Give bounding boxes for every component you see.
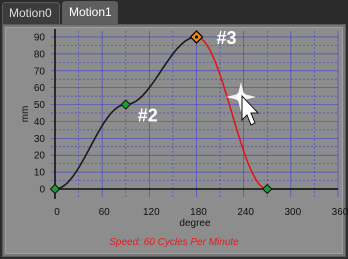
x-axis-label: degree — [179, 218, 211, 229]
axes — [51, 29, 338, 199]
y-tick-label: 50 — [34, 100, 46, 111]
x-tick-label: 360 — [332, 207, 348, 218]
speed-status: Speed: 60 Cycles Per Minute — [109, 237, 239, 248]
y-axis-label: mm — [20, 106, 31, 123]
x-tick-label: 60 — [99, 207, 111, 218]
x-tick-label: 300 — [284, 207, 301, 218]
tick-labels: 0 60 120 180 240 300 360 0 10 20 30 40 50 60 70 80 90 — [34, 33, 348, 219]
keypoints — [49, 30, 273, 195]
keypoint-center — [194, 35, 199, 39]
keypoint-label: #3 — [217, 28, 237, 48]
y-tick-label: 0 — [39, 185, 45, 196]
mouse-pointer-icon — [241, 94, 260, 126]
keypoint-label: #2 — [138, 106, 158, 126]
keypoint-node[interactable] — [262, 183, 273, 195]
y-tick-label: 90 — [34, 33, 46, 44]
y-tick-label: 70 — [34, 66, 46, 77]
y-tick-label: 30 — [34, 134, 46, 145]
keypoint-node[interactable] — [120, 99, 131, 110]
x-tick-label: 120 — [143, 207, 160, 218]
motion-chart[interactable]: 0 60 120 180 240 300 360 0 10 20 30 40 50 60 70 80 90 de… — [0, 0, 348, 259]
y-tick-label: 10 — [34, 168, 46, 179]
keypoint-node[interactable] — [49, 183, 61, 195]
y-tick-label: 40 — [34, 117, 46, 128]
x-tick-label: 180 — [190, 207, 207, 218]
y-tick-label: 20 — [34, 151, 46, 162]
keypoint-labels: #2 #3 — [138, 28, 237, 126]
x-tick-label: 240 — [237, 207, 254, 218]
x-tick-label: 0 — [54, 207, 60, 218]
y-tick-label: 60 — [34, 83, 46, 94]
grid — [51, 31, 339, 197]
y-tick-label: 80 — [34, 49, 46, 60]
